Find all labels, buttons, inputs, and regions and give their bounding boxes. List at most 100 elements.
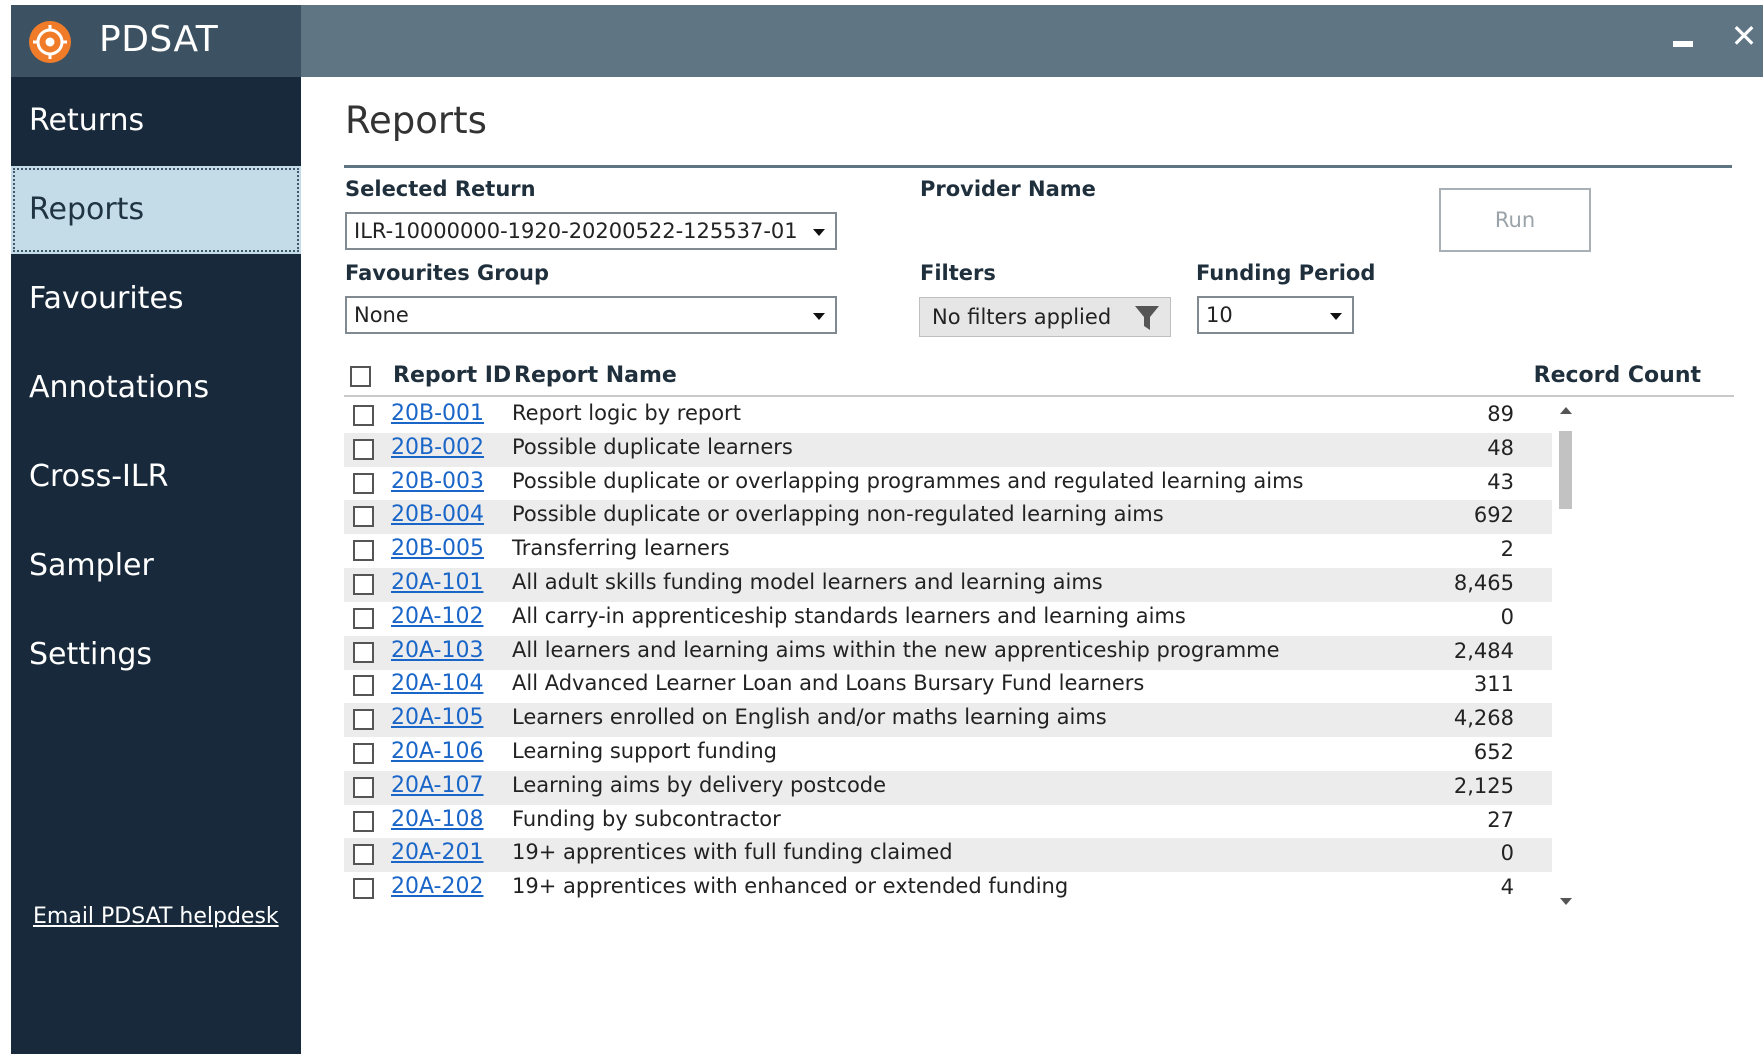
pdsat-logo-icon bbox=[29, 21, 71, 63]
row-checkbox[interactable] bbox=[353, 641, 374, 663]
table-row[interactable]: 20A-103 All learners and learning aims wi… bbox=[344, 635, 1552, 670]
report-name: Learners enrolled on English and/or math… bbox=[512, 705, 1107, 730]
table-row[interactable]: 20A-105 Learners enrolled on English and/… bbox=[344, 703, 1552, 738]
table-row[interactable]: 20A-202 19+ apprentices with enhanced or … bbox=[344, 872, 1552, 906]
row-checkbox[interactable] bbox=[353, 438, 374, 460]
selected-return-label: Selected Return bbox=[345, 177, 536, 201]
row-checkbox[interactable] bbox=[353, 743, 374, 764]
table-row[interactable]: 20B-004 Possible duplicate or overlapping… bbox=[344, 500, 1552, 535]
close-button[interactable]: ✕ bbox=[1729, 20, 1759, 52]
report-id-link[interactable]: 20A-104 bbox=[391, 671, 484, 696]
row-checkbox[interactable] bbox=[353, 574, 374, 595]
filters-button[interactable]: No filters applied bbox=[919, 297, 1171, 337]
header-divider bbox=[344, 395, 1734, 397]
report-name: 19+ apprentices with full funding claime… bbox=[512, 840, 953, 865]
sidebar-item-returns[interactable]: Returns bbox=[11, 77, 301, 165]
table-row[interactable]: 20B-005 Transferring learners 2 bbox=[344, 534, 1552, 568]
funding-period-value: 10 bbox=[1206, 303, 1233, 327]
favourites-group-dropdown[interactable]: None bbox=[345, 296, 837, 334]
record-count: 4 bbox=[1500, 875, 1514, 900]
record-count: 89 bbox=[1487, 402, 1514, 426]
report-name: Report logic by report bbox=[512, 401, 741, 425]
minimize-button[interactable] bbox=[1671, 27, 1695, 51]
report-name: All learners and learning aims within th… bbox=[512, 637, 1280, 662]
report-name: All adult skills funding model learners … bbox=[512, 570, 1103, 594]
table-row[interactable]: 20A-201 19+ apprentices with full funding… bbox=[344, 838, 1552, 873]
table-row[interactable]: 20A-102 All carry-in apprenticeship stand… bbox=[344, 602, 1552, 636]
report-id-link[interactable]: 20A-105 bbox=[391, 705, 484, 730]
row-checkbox[interactable] bbox=[353, 607, 374, 629]
record-count: 0 bbox=[1500, 604, 1514, 629]
scroll-down-icon[interactable] bbox=[1560, 898, 1572, 905]
report-id-link[interactable]: 20A-101 bbox=[391, 570, 484, 595]
sidebar-item-settings[interactable]: Settings bbox=[11, 611, 301, 699]
sidebar-item-reports[interactable]: Reports bbox=[11, 166, 301, 254]
row-checkbox[interactable] bbox=[353, 844, 374, 866]
table-row[interactable]: 20B-001 Report logic by report 89 bbox=[344, 399, 1552, 433]
record-count: 2,125 bbox=[1453, 773, 1514, 798]
report-id-link[interactable]: 20A-106 bbox=[391, 739, 484, 764]
report-id-link[interactable]: 20B-003 bbox=[391, 469, 484, 494]
title-bar: PDSAT ✕ bbox=[11, 5, 1763, 77]
row-checkbox[interactable] bbox=[353, 472, 374, 494]
email-helpdesk-link[interactable]: Email PDSAT helpdesk bbox=[33, 904, 279, 929]
table-row[interactable]: 20B-002 Possible duplicate learners 48 bbox=[344, 432, 1552, 467]
sidebar-item-cross-ilr[interactable]: Cross-ILR bbox=[11, 433, 301, 521]
row-checkbox[interactable] bbox=[353, 506, 374, 528]
table-row[interactable]: 20A-107 Learning aims by delivery postcod… bbox=[344, 770, 1552, 805]
chevron-down-icon bbox=[813, 313, 825, 320]
row-checkbox[interactable] bbox=[353, 810, 374, 832]
report-name: Transferring learners bbox=[512, 536, 730, 561]
report-id-link[interactable]: 20A-107 bbox=[391, 773, 484, 798]
scroll-up-icon[interactable] bbox=[1560, 407, 1572, 414]
report-name: 19+ apprentices with enhanced or extende… bbox=[512, 874, 1069, 899]
sidebar-item-sampler[interactable]: Sampler bbox=[11, 522, 301, 610]
report-name: Learning support funding bbox=[512, 739, 777, 763]
report-id-link[interactable]: 20A-201 bbox=[391, 840, 484, 865]
report-id-link[interactable]: 20B-002 bbox=[391, 435, 484, 460]
report-name: Possible duplicate learners bbox=[512, 434, 793, 459]
row-checkbox[interactable] bbox=[353, 878, 374, 900]
scrollbar-thumb[interactable] bbox=[1559, 431, 1572, 509]
column-header-report-name[interactable]: Report Name bbox=[514, 363, 677, 388]
row-checkbox[interactable] bbox=[353, 540, 374, 562]
report-id-link[interactable]: 20A-102 bbox=[391, 604, 484, 629]
selected-return-dropdown[interactable]: ILR-10000000-1920-20200522-125537-01 bbox=[345, 212, 837, 250]
row-checkbox[interactable] bbox=[353, 405, 374, 426]
record-count: 43 bbox=[1487, 469, 1514, 494]
table-row[interactable]: 20B-003 Possible duplicate or overlapping… bbox=[344, 467, 1552, 501]
chevron-down-icon bbox=[1330, 313, 1342, 320]
report-id-link[interactable]: 20A-202 bbox=[391, 874, 484, 899]
report-name: Possible duplicate or overlapping progra… bbox=[512, 468, 1304, 493]
report-id-link[interactable]: 20A-108 bbox=[391, 807, 484, 832]
filters-value: No filters applied bbox=[932, 305, 1112, 329]
row-checkbox[interactable] bbox=[353, 776, 374, 798]
column-header-report-id[interactable]: Report ID bbox=[393, 363, 511, 388]
column-header-record-count[interactable]: Record Count bbox=[1534, 363, 1701, 388]
sidebar-item-favourites[interactable]: Favourites bbox=[11, 255, 301, 343]
report-id-link[interactable]: 20A-103 bbox=[391, 638, 484, 663]
report-name: All Advanced Learner Loan and Loans Burs… bbox=[512, 671, 1145, 696]
report-id-link[interactable]: 20B-001 bbox=[391, 401, 484, 426]
table-row[interactable]: 20A-104 All Advanced Learner Loan and Loa… bbox=[344, 669, 1552, 703]
vertical-scrollbar[interactable] bbox=[1556, 399, 1576, 911]
table-row[interactable]: 20A-106 Learning support funding 652 bbox=[344, 737, 1552, 771]
sidebar: Returns Reports Favourites Annotations C… bbox=[11, 77, 301, 1054]
table-row[interactable]: 20A-108 Funding by subcontractor 27 bbox=[344, 805, 1552, 839]
funding-period-label: Funding Period bbox=[1196, 261, 1376, 285]
sidebar-item-annotations[interactable]: Annotations bbox=[11, 344, 301, 432]
select-all-checkbox[interactable] bbox=[350, 366, 371, 387]
table-row[interactable]: 20A-101 All adult skills funding model le… bbox=[344, 568, 1552, 602]
report-id-link[interactable]: 20B-004 bbox=[391, 502, 484, 527]
funding-period-dropdown[interactable]: 10 bbox=[1197, 296, 1354, 334]
main-panel: Reports Selected Return ILR-10000000-192… bbox=[301, 77, 1763, 1054]
chevron-down-icon bbox=[813, 229, 825, 236]
record-count: 27 bbox=[1487, 807, 1514, 832]
row-checkbox[interactable] bbox=[353, 675, 374, 697]
report-id-link[interactable]: 20B-005 bbox=[391, 536, 484, 561]
favourites-group-label: Favourites Group bbox=[345, 261, 550, 285]
page-title: Reports bbox=[345, 99, 487, 142]
run-button[interactable]: Run bbox=[1439, 188, 1591, 252]
row-checkbox[interactable] bbox=[353, 709, 374, 731]
provider-name-label: Provider Name bbox=[920, 177, 1096, 201]
